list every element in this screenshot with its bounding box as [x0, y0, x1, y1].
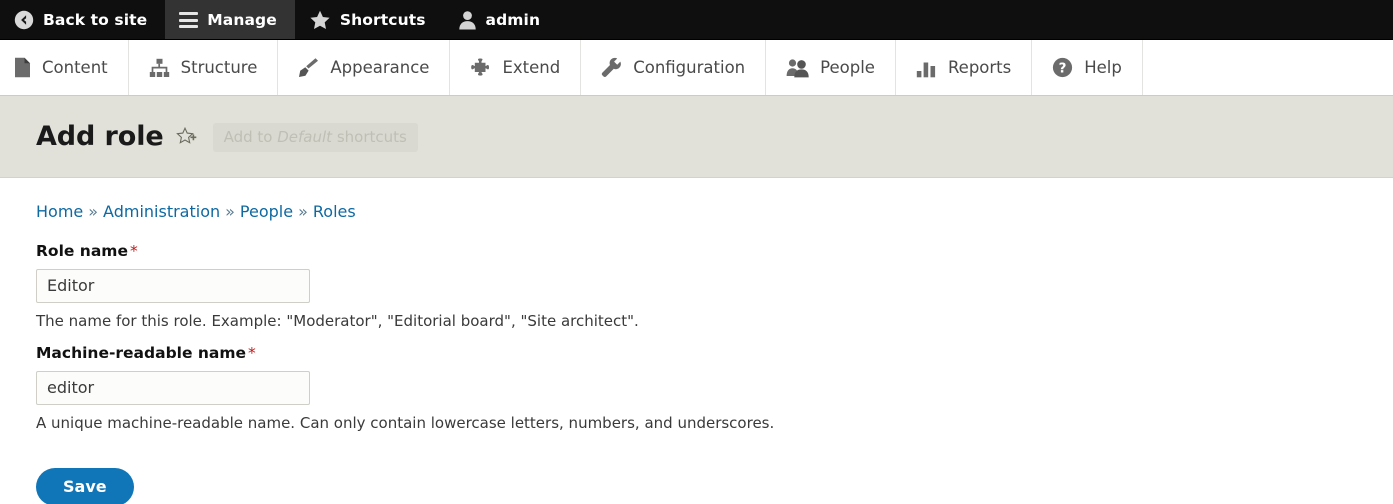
document-icon	[14, 57, 31, 78]
machine-name-label-text: Machine-readable name	[36, 344, 247, 363]
sitemap-icon	[149, 58, 170, 78]
toolbar-item-label: admin	[485, 11, 541, 29]
menu-item-configuration[interactable]: Configuration	[581, 40, 767, 95]
menu-item-extend[interactable]: Extend	[450, 40, 582, 95]
toolbar-item-label: Manage	[207, 11, 277, 29]
role-name-description: The name for this role. Example: "Modera…	[36, 311, 639, 330]
menu-item-label: People	[820, 58, 875, 77]
hamburger-icon	[179, 12, 199, 28]
required-marker: *	[129, 242, 138, 260]
menu-item-label: Appearance	[330, 58, 430, 77]
add-role-form: Role name* The name for this role. Examp…	[36, 242, 1393, 504]
menu-item-label: Help	[1084, 58, 1122, 77]
menu-item-label: Reports	[947, 58, 1012, 77]
menu-item-label: Structure	[180, 58, 258, 77]
menu-item-help[interactable]: ? Help	[1032, 40, 1143, 95]
role-name-input[interactable]	[36, 268, 310, 303]
breadcrumb-separator: »	[298, 202, 308, 221]
tooltip-suffix: shortcuts	[332, 128, 407, 147]
form-item-role-name: Role name* The name for this role. Examp…	[36, 242, 1393, 330]
paintbrush-icon	[298, 57, 319, 78]
question-mark-circle-icon: ?	[1052, 57, 1073, 78]
bar-chart-icon	[916, 58, 937, 78]
main-content: Home» Administration» People» Roles Role na…	[0, 178, 1393, 504]
tooltip-emphasis: Default	[277, 128, 333, 147]
menu-item-appearance[interactable]: Appearance	[278, 40, 451, 95]
machine-name-input[interactable]	[36, 370, 310, 405]
menu-item-label: Content	[42, 58, 108, 77]
menu-item-structure[interactable]: Structure	[129, 40, 279, 95]
add-shortcut-star-icon[interactable]	[175, 126, 201, 152]
role-name-label: Role name *	[36, 242, 1393, 260]
menu-item-people[interactable]: People	[766, 40, 896, 95]
page-title-band: Add role Add to Default shortcuts	[0, 96, 1393, 178]
form-item-machine-name: Machine-readable name* A unique machine-…	[36, 346, 1393, 432]
tooltip-prefix: Add to	[223, 128, 278, 147]
toolbar-item-admin-user[interactable]: admin	[444, 0, 559, 40]
toolbar-item-label: Back to site	[43, 11, 148, 29]
puzzle-piece-icon	[470, 57, 491, 78]
user-icon	[458, 10, 477, 30]
svg-text:?: ?	[1059, 60, 1067, 76]
machine-name-description: A unique machine-readable name. Can only…	[36, 413, 775, 432]
role-name-label-text: Role name	[36, 242, 128, 260]
back-arrow-circle-icon	[14, 10, 34, 30]
wrench-icon	[601, 57, 622, 78]
toolbar-item-back-to-site[interactable]: Back to site	[0, 0, 165, 40]
required-marker: *	[248, 344, 256, 363]
toolbar-item-shortcuts[interactable]: Shortcuts	[295, 0, 444, 40]
save-button[interactable]: Save	[36, 467, 134, 504]
breadcrumb-separator: »	[225, 202, 235, 221]
toolbar-item-label: Shortcuts	[339, 11, 426, 29]
breadcrumb-item-roles[interactable]: Roles	[313, 202, 356, 221]
breadcrumb-item-people[interactable]: People	[240, 202, 293, 221]
menu-item-label: Configuration	[633, 58, 746, 77]
breadcrumb-separator: »	[88, 202, 99, 221]
breadcrumb-item-home[interactable]: Home	[36, 202, 83, 221]
menu-item-content[interactable]: Content	[0, 40, 129, 95]
page-title: Add role	[36, 121, 164, 152]
menu-item-label: Extend	[502, 58, 561, 77]
toolbar-item-manage[interactable]: Manage	[165, 0, 295, 40]
breadcrumb: Home» Administration» People» Roles	[36, 204, 1393, 220]
machine-name-label: Machine-readable name *	[36, 346, 1393, 362]
admin-menu-bar: Content Structure Appearance Extend Conf…	[0, 40, 1393, 96]
people-icon	[786, 58, 809, 78]
add-shortcut-tooltip: Add to Default shortcuts	[212, 123, 418, 152]
star-icon	[309, 10, 331, 31]
breadcrumb-item-administration[interactable]: Administration	[103, 202, 220, 221]
menu-bar-filler	[1143, 40, 1393, 95]
admin-toolbar: Back to site Manage Shortcuts admin	[0, 0, 1393, 40]
menu-item-reports[interactable]: Reports	[896, 40, 1033, 95]
